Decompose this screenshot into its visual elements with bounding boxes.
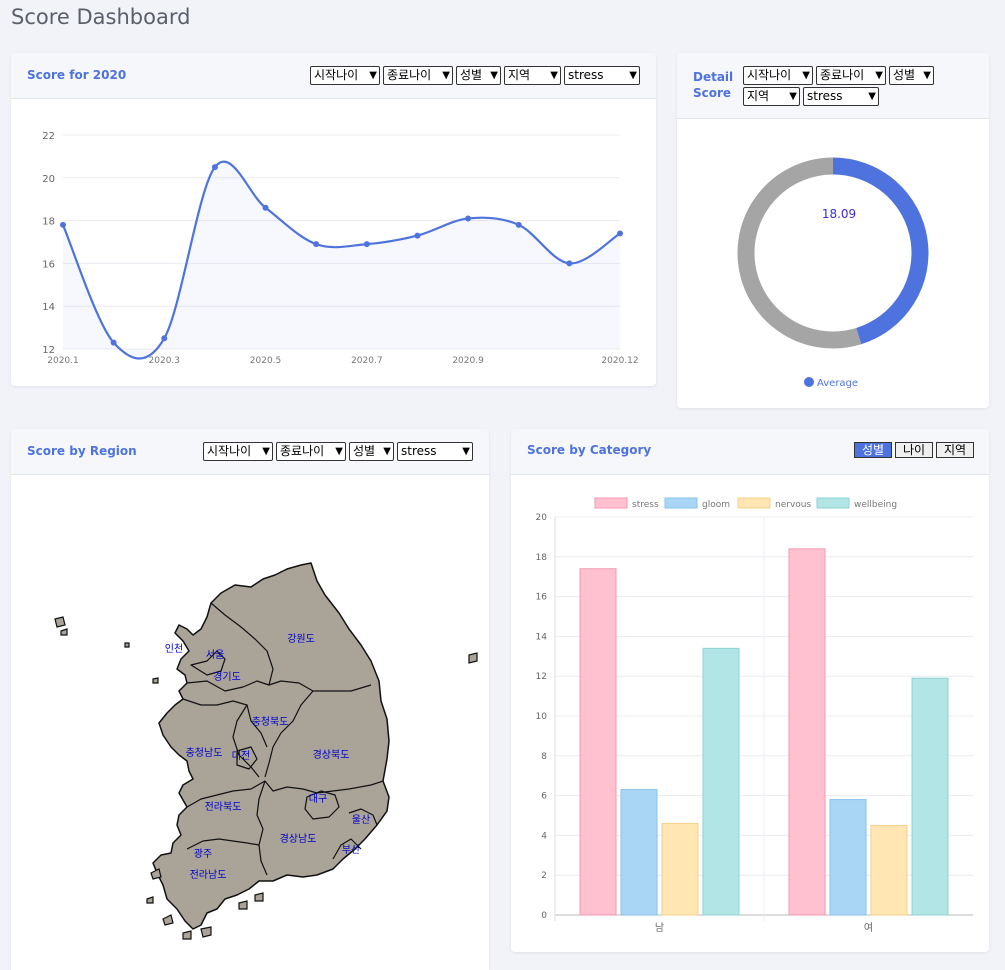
data-point [414,232,421,239]
y-tick-label: 12 [536,672,547,682]
x-tick-label: 2020.12 [601,356,638,366]
y-tick-label: 16 [536,593,548,603]
legend-label: stress [632,500,659,510]
x-tick-label: 2020.3 [149,356,181,366]
legend-label: gloom [702,500,730,510]
region-label: 광주 [194,848,212,860]
data-point [515,221,522,228]
region-label: 충청남도 [186,747,223,759]
region-label: 인천 [165,643,183,655]
x-tick-label: 2020.5 [250,356,282,366]
x-tick-label: 2020.9 [452,356,484,366]
page-title: Score Dashboard [11,5,191,29]
region-label: 경상남도 [280,832,317,845]
y-tick-label: 20 [42,174,55,185]
y-tick-label: 10 [536,712,548,722]
bar-wellbeing [911,677,949,916]
y-tick-label: 22 [42,131,55,142]
bar-nervous [870,824,908,916]
legend-swatch [664,497,698,509]
region-label: 부산 [342,844,360,856]
bar-chart: 0 2 4 6 8 10 12 14 16 18 20 남 여 stress gloom nervous wel… [536,497,973,934]
data-point [60,221,66,228]
bar-wellbeing [702,647,740,916]
detail-score-card: Detail Score 시작나이 ▼ 종료나이 ▼ 성별 ▼ 지역 ▼ stress ▼… [677,53,989,408]
y-tick-label: 18 [536,553,548,563]
y-tick-label: 2 [541,871,547,881]
y-tick-label: 8 [541,752,547,762]
legend-label: nervous [775,500,811,510]
data-point [617,230,623,237]
korea-map: 인천서울 강원도경기도충청북도충청남도 대전 경상북도대구전라북도울산경상남도광주 부산… [54,562,478,940]
bar-stress [788,548,826,916]
legend-swatch [804,377,814,387]
region-label: 경기도 [213,670,241,683]
y-tick-label: 4 [541,831,547,841]
line-chart-card: Score for 2020 시작나이 ▼ 종료나이 ▼ 성별 ▼ 지역 ▼ stres… [11,53,656,386]
region-label: 서울 [206,649,224,661]
region-label: 경상북도 [313,748,350,761]
y-tick-label: 12 [42,345,55,356]
region-label: 울산 [352,814,370,826]
y-tick-label: 14 [42,302,55,313]
data-point [161,335,168,342]
data-point [211,164,218,171]
region-label: 강원도 [287,633,315,645]
legend-swatch [594,497,628,509]
region-label: 대전 [232,750,250,762]
bar-gloom [620,789,658,916]
region-label: 전라남도 [190,869,227,881]
legend-label: wellbeing [854,500,897,510]
region-map-card: Score by Region 시작나이 ▼ 종료나이 ▼ 성별 ▼ stress ▼ [11,429,489,970]
donut-slice [832,157,929,345]
bar-stress [579,568,617,916]
y-tick-label: 20 [536,513,548,523]
y-tick-label: 0 [541,911,547,921]
data-point [566,260,573,267]
donut-chart: 18.09 Average [737,157,929,389]
region-label: 충청북도 [252,716,289,728]
data-point [110,339,117,346]
x-tick-label: 여 [864,922,873,934]
line-chart: 12 14 16 18 20 22 2020.1 2020.3 2020.5 2020.7 2020… [42,131,638,366]
y-tick-label: 18 [42,217,55,228]
legend-label: Average [817,378,858,389]
data-point [363,241,370,248]
x-tick-label: 2020.7 [351,356,383,366]
legend-swatch [737,497,771,509]
korea-mainland[interactable] [152,562,390,930]
x-tick-label: 남 [655,922,664,934]
legend-swatch [816,497,850,509]
x-tick-label: 2020.1 [47,356,79,366]
donut-center-value: 18.09 [822,207,856,221]
data-point [313,241,320,248]
donut-slice [737,157,862,349]
bar-nervous [661,822,699,916]
y-tick-label: 14 [536,632,548,642]
y-tick-label: 16 [42,259,55,270]
region-label: 대구 [309,793,327,805]
category-chart-card: Score by Category 성별 나이 지역 0 2 4 6 8 10 12 14 16… [511,429,989,952]
line-area [63,161,620,359]
region-label: 전라북도 [205,801,242,813]
y-tick-label: 6 [541,792,547,802]
bar-gloom [829,799,867,916]
data-point [465,215,472,222]
data-point [262,204,269,211]
